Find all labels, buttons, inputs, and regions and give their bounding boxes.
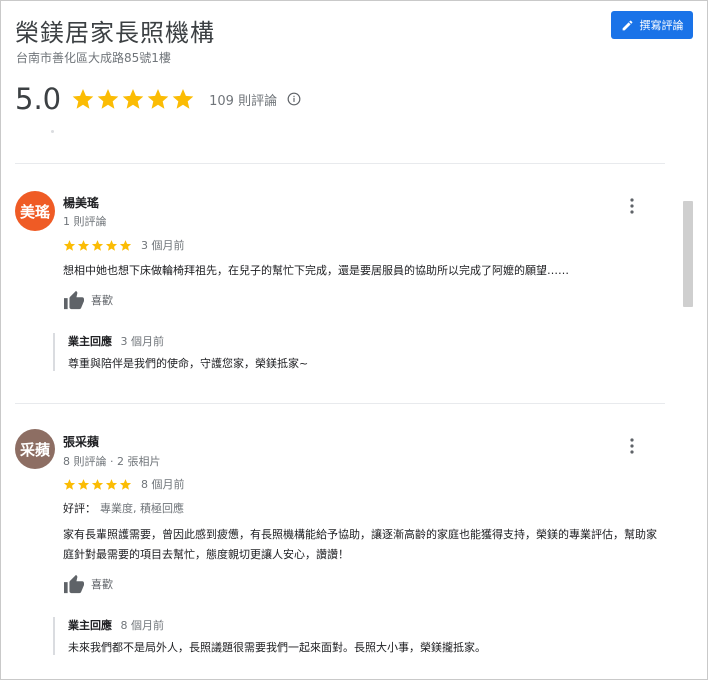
like-button[interactable]: 喜歡 (63, 290, 113, 310)
review-stars (63, 478, 132, 491)
divider (15, 163, 665, 164)
star-icon (119, 478, 132, 490)
divider (15, 403, 665, 404)
star-icon (63, 239, 76, 251)
write-review-button[interactable]: 撰寫評論 (611, 11, 693, 39)
review-count[interactable]: 109 則評論 (209, 90, 277, 109)
review-rating: 3 個月前 (63, 237, 185, 253)
like-label: 喜歡 (91, 294, 113, 307)
scrollbar-thumb[interactable] (683, 201, 693, 307)
thumb-up-icon (64, 290, 84, 310)
star-icon (122, 89, 144, 109)
reply-text: 尊重與陪伴是我們的使命，守護您家，榮鎂抵家~ (68, 357, 309, 370)
reviewer-meta: 1 則評論 (63, 215, 107, 228)
decorative-dot (51, 130, 54, 133)
business-title: 榮鎂居家長照機構 (15, 19, 215, 47)
star-icon (72, 89, 94, 109)
reviewer-name[interactable]: 張采蘋 (63, 433, 99, 450)
reviewer-name[interactable]: 楊美瑤 (63, 194, 99, 211)
review-date: 8 個月前 (141, 478, 185, 491)
more-options-icon[interactable] (625, 437, 639, 455)
pencil-icon (622, 20, 632, 30)
rating-stars (71, 87, 195, 111)
more-options-icon[interactable] (625, 197, 639, 215)
review-attributes: 好評： 專業度, 積極回應 (63, 500, 184, 516)
review-date: 3 個月前 (141, 239, 185, 252)
rating-value: 5.0 (15, 82, 62, 116)
star-icon (91, 239, 104, 251)
review-text: 家有長輩照護需要，曾因此感到疲憊，有長照機構能給予協助，讓逐漸高齡的家庭也能獲得… (63, 528, 657, 561)
rating-summary: 5.0 109 則評論 (15, 81, 301, 117)
star-icon (105, 239, 118, 251)
star-icon (77, 478, 90, 490)
star-icon (91, 478, 104, 490)
business-address: 台南市善化區大成路85號1樓 (16, 51, 171, 65)
review-panel: 榮鎂居家長照機構 台南市善化區大成路85號1樓 撰寫評論 5.0 109 則評論… (0, 0, 708, 680)
reply-owner-label: 業主回應 (68, 335, 112, 348)
reply-text: 未來我們都不是局外人，長照議題很需要我們一起來面對。長照大小事，榮鎂攏抵家。 (68, 641, 486, 654)
reply-date: 8 個月前 (120, 619, 165, 632)
owner-reply: 業主回應 3 個月前 尊重與陪伴是我們的使命，守護您家，榮鎂抵家~ (53, 333, 308, 371)
write-review-label: 撰寫評論 (639, 19, 684, 32)
reply-owner-label: 業主回應 (68, 619, 112, 632)
star-icon (77, 239, 90, 251)
star-icon (119, 239, 132, 251)
thumb-up-icon (64, 574, 84, 594)
review-stars (63, 239, 132, 252)
review-rating: 8 個月前 (63, 476, 185, 492)
attribute-value: 專業度, 積極回應 (100, 502, 184, 515)
info-icon[interactable] (287, 92, 301, 106)
star-icon (97, 89, 119, 109)
like-button[interactable]: 喜歡 (63, 574, 113, 594)
attribute-label: 好評： (63, 502, 96, 515)
review-text: 想相中她也想下床做輪椅拜祖先，在兒子的幫忙下完成，還是要居服員的協助所以完成了阿… (63, 264, 569, 277)
star-icon (105, 478, 118, 490)
owner-reply: 業主回應 8 個月前 未來我們都不是局外人，長照議題很需要我們一起來面對。長照大… (53, 617, 486, 655)
star-icon (63, 478, 76, 490)
star-icon (172, 89, 194, 109)
reply-date: 3 個月前 (120, 335, 165, 348)
avatar[interactable]: 美瑤 (15, 191, 55, 231)
star-icon (147, 89, 169, 109)
reviewer-meta: 8 則評論 · 2 張相片 (63, 455, 161, 468)
avatar[interactable]: 采蘋 (15, 429, 55, 469)
like-label: 喜歡 (91, 578, 113, 591)
